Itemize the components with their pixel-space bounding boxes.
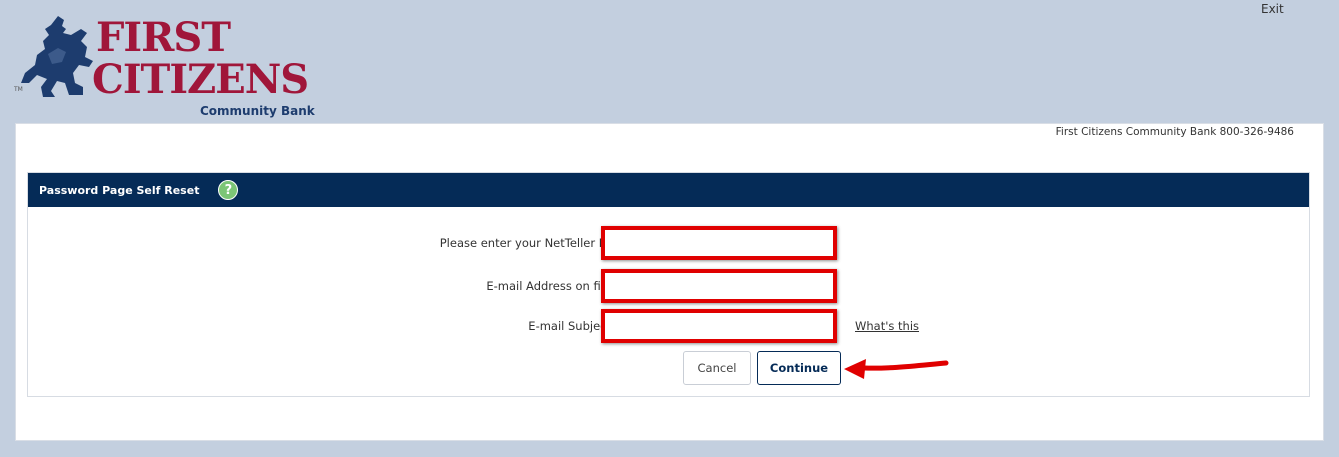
netteller-id-label: Please enter your NetTeller ID [439, 236, 611, 250]
email-subject-input[interactable] [601, 309, 837, 343]
horseman-logo-icon [21, 16, 93, 97]
logo-text-first: FIRST [96, 14, 231, 61]
form-title: Password Page Self Reset [39, 183, 200, 197]
logo-text-citizens: CITIZENS [92, 56, 309, 103]
red-arrow-annotation [844, 359, 949, 379]
main-panel: First Citizens Community Bank 800-326-94… [15, 123, 1324, 441]
logo-subtitle: Community Bank [200, 104, 315, 118]
form-header: Password Page Self Reset ? [28, 173, 1309, 207]
help-question-icon[interactable]: ? [218, 180, 239, 200]
email-address-label: E-mail Address on file [486, 279, 611, 293]
continue-button[interactable]: Continue [757, 351, 841, 385]
bank-logo: TM FIRST CITIZENS Community Bank [14, 14, 334, 122]
exit-link[interactable]: Exit [1261, 2, 1284, 16]
password-reset-form: Password Page Self Reset ? Please enter … [27, 172, 1310, 397]
netteller-id-input[interactable] [601, 226, 837, 260]
trademark-mark: TM [14, 86, 23, 93]
email-address-input[interactable] [601, 269, 837, 303]
email-subject-label: E-mail Subject [528, 319, 611, 333]
cancel-button[interactable]: Cancel [683, 351, 751, 385]
bank-contact-text: First Citizens Community Bank 800-326-94… [1055, 126, 1294, 138]
whats-this-link[interactable]: What's this [855, 319, 919, 333]
